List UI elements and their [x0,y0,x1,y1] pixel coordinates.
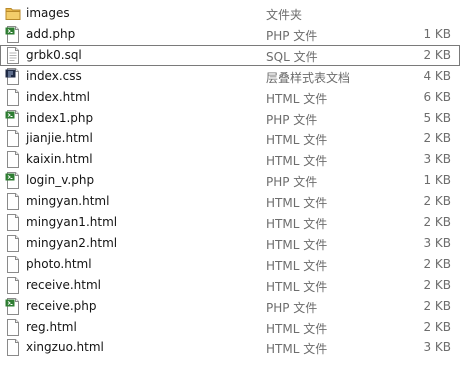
file-row[interactable]: kaixin.html HTML 文件 3 KB [0,149,460,170]
php-file-icon [5,297,21,315]
file-row[interactable]: xingzuo.html HTML 文件 3 KB [0,337,460,358]
file-name: index1.php [26,110,94,125]
html-file-icon [5,151,21,169]
file-name: add.php [26,26,76,41]
file-size: 3 KB [423,152,451,167]
file-row[interactable]: jianjie.html HTML 文件 2 KB [0,128,460,149]
file-size: 2 KB [423,277,451,292]
html-file-icon [5,234,21,252]
file-size: 2 KB [423,131,451,146]
file-row[interactable]: index.css 层叠样式表文档 4 KB [0,66,460,87]
file-name: index.css [26,68,82,83]
file-name: grbk0.sql [26,47,82,62]
file-type: HTML 文件 [266,217,328,231]
css-file-icon [5,67,21,85]
file-type: HTML 文件 [266,196,328,211]
file-size: 3 KB [423,235,451,250]
file-type: HTML 文件 [266,321,328,336]
file-size: 4 KB [423,68,451,83]
file-row[interactable]: index.html HTML 文件 6 KB [0,87,460,108]
file-row[interactable]: images 文件夹 [0,3,460,24]
file-size: 2 KB [423,215,451,229]
file-type: PHP 文件 [266,175,318,190]
file-type: HTML 文件 [266,258,328,273]
file-size: 6 KB [423,89,451,104]
php-file-icon [5,25,21,43]
file-type: 层叠样式表文档 [266,70,351,85]
file-row[interactable]: receive.html HTML 文件 2 KB [0,275,460,296]
file-name: mingyan2.html [26,235,118,250]
file-type: HTML 文件 [266,342,328,357]
html-file-icon [5,214,21,231]
html-file-icon [5,339,21,357]
file-type: SQL 文件 [266,49,318,64]
file-name: reg.html [26,319,77,334]
file-size: 2 KB [423,256,451,271]
file-size: 2 KB [423,298,451,313]
file-row[interactable]: photo.html HTML 文件 2 KB [0,254,460,275]
file-row[interactable]: login_v.php PHP 文件 1 KB [0,170,460,191]
html-file-icon [5,88,21,106]
file-name: mingyan.html [26,194,110,209]
file-row[interactable]: mingyan1.html HTML 文件 2 KB [0,212,460,233]
file-row[interactable]: receive.php PHP 文件 2 KB [0,296,460,317]
html-file-icon [5,255,21,273]
php-file-icon [5,109,21,127]
file-name: images [26,6,70,20]
file-name: xingzuo.html [26,340,104,355]
file-name: receive.html [26,277,101,292]
folder-icon [5,5,21,22]
file-type: HTML 文件 [266,237,328,252]
file-row[interactable]: mingyan.html HTML 文件 2 KB [0,191,460,212]
html-file-icon [5,276,21,294]
file-size: 2 KB [423,319,451,334]
file-row[interactable]: index1.php PHP 文件 5 KB [0,108,460,129]
html-file-icon [5,130,21,148]
file-row[interactable]: grbk0.sql SQL 文件 2 KB [0,44,460,66]
file-type: HTML 文件 [266,154,328,169]
file-name: receive.php [26,298,97,313]
file-name: index.html [26,89,90,104]
file-name: mingyan1.html [26,215,118,229]
file-name: photo.html [26,256,92,271]
file-list: images 文件夹 add.php PHP 文件 1 KB grbk0.sql SQL 文… [0,0,460,372]
file-row[interactable]: mingyan2.html HTML 文件 3 KB [0,233,460,254]
file-type: HTML 文件 [266,91,328,106]
file-row[interactable]: add.php PHP 文件 1 KB [0,24,460,45]
file-type: PHP 文件 [266,28,318,43]
file-name: kaixin.html [26,152,93,167]
file-row[interactable]: reg.html HTML 文件 2 KB [0,317,460,338]
file-size: 1 KB [423,173,451,188]
file-size: 1 KB [423,26,451,41]
file-size: 3 KB [423,340,451,355]
file-type: 文件夹 [266,8,303,22]
file-size: 5 KB [423,110,451,125]
html-file-icon [5,193,21,211]
file-type: HTML 文件 [266,279,328,294]
file-type: PHP 文件 [266,112,318,127]
file-name: login_v.php [26,173,95,188]
file-size: 2 KB [423,47,451,62]
file-type: HTML 文件 [266,133,328,148]
file-type: PHP 文件 [266,300,318,315]
php-file-icon [5,172,21,190]
sql-file-icon [5,46,21,64]
file-size: 2 KB [423,194,451,209]
html-file-icon [5,318,21,336]
file-name: jianjie.html [26,131,93,146]
